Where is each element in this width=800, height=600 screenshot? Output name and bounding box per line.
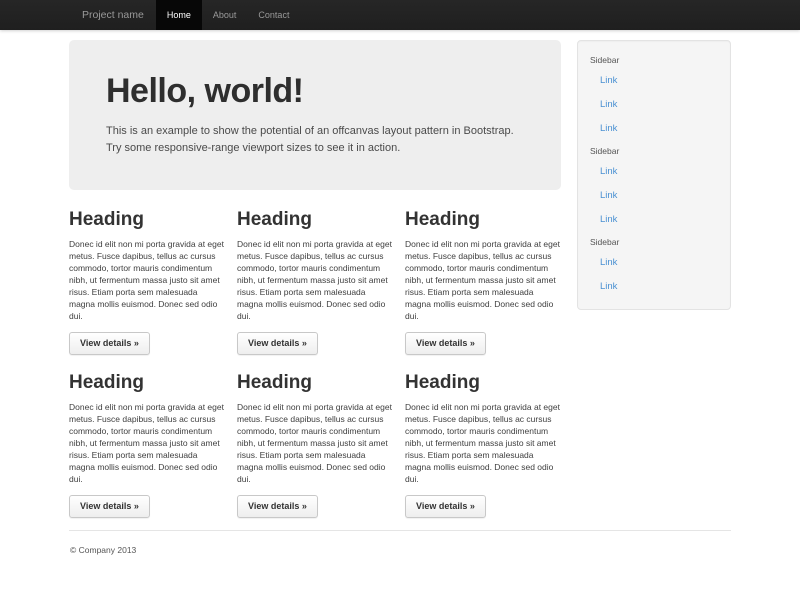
sidebar-group-header: Sidebar [578,141,730,160]
sidebar-link[interactable]: Link [578,93,730,117]
card-body-text: Donec id elit non mi porta gravida at eg… [405,401,561,485]
nav-item-about[interactable]: About [202,0,248,30]
cards-row-1: Heading Donec id elit non mi porta gravi… [69,192,561,355]
main-nav: Home About Contact [156,0,301,30]
card-heading: Heading [405,208,561,231]
hero-description: This is an example to show the potential… [106,123,526,157]
sidebar-link[interactable]: Link [578,184,730,208]
card-heading: Heading [69,371,225,394]
card-heading: Heading [405,371,561,394]
card-body-text: Donec id elit non mi porta gravida at eg… [69,238,225,322]
card-body-text: Donec id elit non mi porta gravida at eg… [69,401,225,485]
card: Heading Donec id elit non mi porta gravi… [69,192,225,355]
sidebar-link[interactable]: Link [578,160,730,184]
hero-unit: Hello, world! This is an example to show… [69,40,561,190]
sidebar-link[interactable]: Link [578,117,730,141]
card: Heading Donec id elit non mi porta gravi… [237,192,393,355]
navbar: Project name Home About Contact [0,0,800,30]
sidebar: Sidebar Link Link Link Sidebar Link Link… [577,40,731,518]
sidebar-link[interactable]: Link [578,251,730,275]
card-heading: Heading [237,208,393,231]
card-body-text: Donec id elit non mi porta gravida at eg… [237,238,393,322]
brand-link[interactable]: Project name [70,0,156,30]
footer-copyright: © Company 2013 [69,545,731,555]
sidebar-group-header: Sidebar [578,232,730,251]
card: Heading Donec id elit non mi porta gravi… [69,355,225,518]
sidebar-group-header: Sidebar [578,50,730,69]
card: Heading Donec id elit non mi porta gravi… [405,355,561,518]
card: Heading Donec id elit non mi porta gravi… [405,192,561,355]
view-details-button[interactable]: View details » [69,332,150,355]
hero-title: Hello, world! [106,72,524,111]
page-container: Hello, world! This is an example to show… [69,40,731,555]
sidebar-well: Sidebar Link Link Link Sidebar Link Link… [577,40,731,310]
view-details-button[interactable]: View details » [405,495,486,518]
card: Heading Donec id elit non mi porta gravi… [237,355,393,518]
card-heading: Heading [69,208,225,231]
main-content: Hello, world! This is an example to show… [69,40,561,518]
cards-row-2: Heading Donec id elit non mi porta gravi… [69,355,561,518]
view-details-button[interactable]: View details » [69,495,150,518]
sidebar-link[interactable]: Link [578,69,730,93]
sidebar-link[interactable]: Link [578,275,730,299]
view-details-button[interactable]: View details » [405,332,486,355]
nav-item-home[interactable]: Home [156,0,202,30]
footer-divider [69,530,731,531]
view-details-button[interactable]: View details » [237,495,318,518]
card-heading: Heading [237,371,393,394]
view-details-button[interactable]: View details » [237,332,318,355]
card-body-text: Donec id elit non mi porta gravida at eg… [237,401,393,485]
sidebar-link[interactable]: Link [578,208,730,232]
nav-item-contact[interactable]: Contact [247,0,300,30]
card-body-text: Donec id elit non mi porta gravida at eg… [405,238,561,322]
